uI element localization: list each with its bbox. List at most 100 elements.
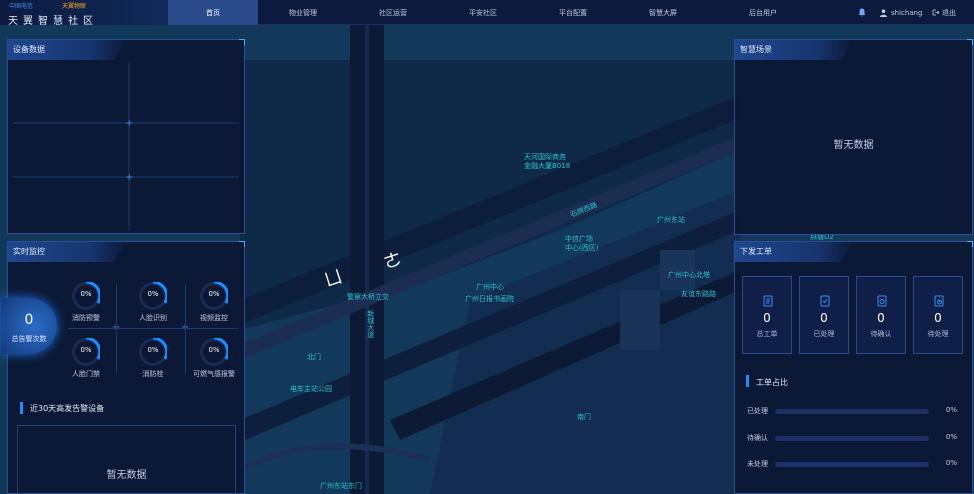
total-alarm-value: 0	[24, 312, 34, 328]
nav-smart-screen[interactable]: 智慧大屏	[618, 0, 708, 25]
map-label: 广州东站	[657, 216, 685, 224]
map-label: 中信广场	[565, 235, 593, 243]
total-alarm-label: 总告警次数	[11, 335, 47, 343]
gauge-value: 0%	[147, 290, 159, 298]
high-alarm-devices-box: 暂无数据	[17, 425, 236, 494]
empty-text: 暂无数据	[106, 470, 147, 481]
user-icon[interactable]	[880, 0, 887, 25]
username[interactable]: shichang	[891, 0, 922, 25]
order-card-unprocessed[interactable]: 0 待处理	[913, 276, 963, 354]
svg-text:+: +	[125, 172, 133, 183]
grid-divider	[185, 284, 186, 374]
gauge-label: 人脸门禁	[72, 370, 100, 378]
order-card-processed[interactable]: 0 已处理	[799, 276, 849, 354]
order-ratio-title: 工单占比	[756, 378, 788, 387]
ratio-label: 未处理	[747, 460, 768, 468]
map-label: 友谊东路路	[681, 290, 716, 298]
order-card-value: 0	[877, 311, 885, 325]
logout-button[interactable]: 退出	[942, 0, 956, 25]
nav-operations[interactable]: 社区运营	[348, 0, 438, 25]
map-label: 天河国际商务	[524, 153, 566, 161]
gauge-label: 消防预警	[72, 314, 100, 322]
gauge-value: 0%	[80, 346, 92, 354]
order-card-value: 0	[763, 311, 771, 325]
gauge-value: 0%	[80, 290, 92, 298]
order-card-value: 0	[820, 311, 828, 325]
gauge: 0%	[200, 282, 228, 310]
panel-title: 智慧场景	[740, 45, 772, 54]
map-label: 金融大厦B018	[524, 162, 571, 170]
ratio-value: 0%	[945, 433, 957, 441]
map-label: 电车主站公园	[290, 385, 332, 393]
corner-decoration	[239, 39, 245, 45]
order-processed-icon	[820, 295, 830, 307]
order-pending-confirm-icon	[877, 295, 887, 307]
gauge: 0%	[139, 282, 167, 310]
high-alarm-devices-title: 近30天高发告警设备	[30, 404, 105, 413]
order-card-label: 待确认	[870, 330, 892, 338]
nav-safety[interactable]: 平安社区	[438, 0, 528, 25]
gauge-label: 人脸识别	[139, 314, 167, 322]
ratio-label: 已处理	[747, 407, 768, 415]
brand-right-logo: 天翼物联	[62, 3, 87, 10]
app-title: 天翼智慧社区	[8, 16, 98, 27]
ratio-value: 0%	[945, 459, 957, 467]
gauge-label: 可燃气感报警	[193, 370, 235, 378]
map-label: 新城大道	[366, 310, 375, 338]
nav-admin-users[interactable]: 后台用户	[708, 0, 818, 25]
gauge: 0%	[72, 338, 100, 366]
gauge: 0%	[72, 282, 100, 310]
brand-left-logo: 中国电信	[9, 3, 34, 10]
panel-title: 实时监控	[13, 247, 45, 256]
gauge-label: 视频监控	[200, 314, 228, 322]
top-navigation-bar: 中国电信 天翼物联 天翼智慧社区 首页 物业管理 社区运营 平安社区 平台配置 …	[0, 0, 974, 27]
gauge-value: 0%	[208, 290, 220, 298]
corner-decoration	[967, 241, 973, 247]
order-card-label: 待处理	[927, 330, 949, 338]
grid-divider	[116, 284, 117, 374]
device-chart-area: + +	[13, 62, 239, 230]
svg-text:+: +	[125, 118, 133, 129]
order-total-icon	[763, 295, 773, 307]
total-alarm-badge: 0 总告警次数	[1, 298, 57, 354]
gauge-label: 消防栓	[142, 370, 164, 378]
order-card-total[interactable]: 0 总工单	[742, 276, 792, 354]
ratio-row-unprocessed: 未处理 0%	[747, 459, 957, 469]
gauge-value: 0%	[208, 346, 220, 354]
grid-divider	[68, 328, 238, 329]
ratio-row-processed: 已处理 0%	[747, 406, 957, 416]
map-label: 广州东站东门	[320, 482, 362, 490]
logout-icon[interactable]	[932, 0, 939, 25]
map-label: 广州中心北塔	[668, 271, 710, 279]
gauge-value: 0%	[147, 346, 159, 354]
nav-home[interactable]: 首页	[168, 0, 258, 25]
nav-platform-config[interactable]: 平台配置	[528, 0, 618, 25]
map-label: 中心(西区)	[565, 244, 599, 252]
device-data-panel: 设备数据 + +	[7, 39, 245, 234]
order-card-value: 0	[934, 311, 942, 325]
corner-decoration	[967, 39, 973, 45]
map-label: 广州日报书画院	[465, 295, 514, 303]
map-label: 广州中心	[476, 283, 504, 291]
map-label: 南门	[577, 413, 591, 421]
ratio-progress-bar	[775, 409, 929, 414]
order-unprocessed-icon	[934, 295, 944, 307]
map-label: 北门	[307, 353, 321, 361]
logo: 中国电信 天翼物联 天翼智慧社区	[0, 0, 168, 27]
order-card-pending-confirm[interactable]: 0 待确认	[856, 276, 906, 354]
order-card-label: 总工单	[756, 330, 778, 338]
ratio-row-pending-confirm: 待确认 0%	[747, 433, 957, 443]
panel-title: 下发工单	[740, 247, 772, 256]
map-label: 警察大桥立交	[347, 293, 389, 301]
nav-property[interactable]: 物业管理	[258, 0, 348, 25]
realtime-monitor-panel: 实时监控 0 总告警次数 0% 消防预警 0% 人脸识别 0% 视频监控 0% …	[1, 241, 245, 494]
ratio-value: 0%	[945, 406, 957, 414]
bell-icon[interactable]	[858, 0, 866, 25]
ratio-label: 待确认	[747, 434, 768, 442]
gauge: 0%	[200, 338, 228, 366]
gauge: 0%	[139, 338, 167, 366]
order-card-label: 已处理	[813, 330, 835, 338]
section-marker	[746, 375, 749, 387]
ratio-progress-bar	[775, 462, 929, 467]
section-marker	[20, 402, 23, 414]
